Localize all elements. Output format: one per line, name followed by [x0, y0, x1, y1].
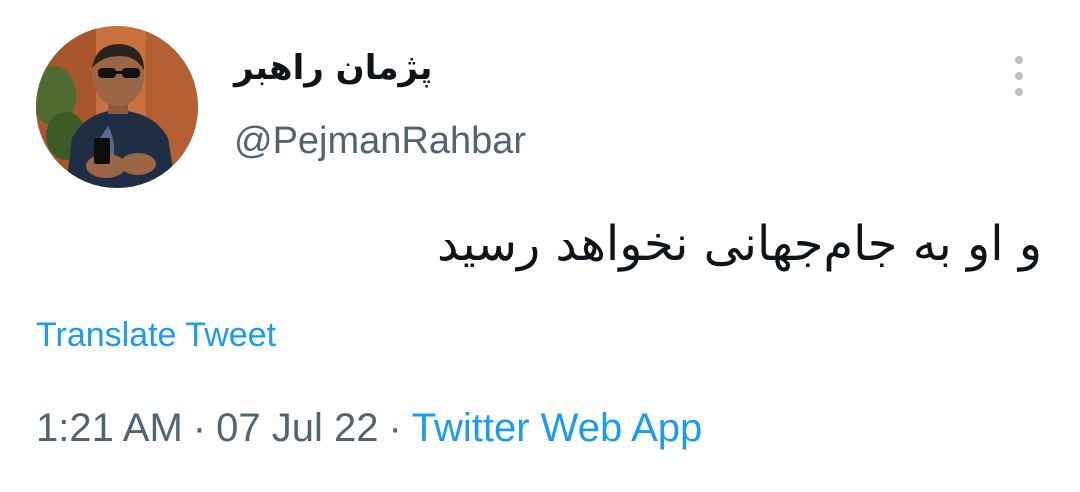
- tweet-card: پژمان راهبر @PejmanRahbar و او به جام‌جه…: [0, 0, 1080, 492]
- more-vertical-icon: [1015, 56, 1023, 64]
- tweet-text: و او به جام‌جهانی نخواهد رسید: [437, 216, 1042, 272]
- tweet-meta: 1:21 AM · 07 Jul 22 · Twitter Web App: [36, 406, 702, 451]
- source-app-link[interactable]: Twitter Web App: [412, 406, 703, 450]
- translate-tweet-link[interactable]: Translate Tweet: [36, 316, 276, 355]
- separator: ·: [388, 406, 402, 450]
- user-handle[interactable]: @PejmanRahbar: [234, 120, 526, 163]
- avatar[interactable]: [36, 26, 198, 188]
- separator: ·: [192, 406, 207, 450]
- display-name[interactable]: پژمان راهبر: [234, 48, 432, 88]
- tweet-time[interactable]: 1:21 AM: [36, 406, 183, 450]
- tweet-date[interactable]: 07 Jul 22: [216, 406, 378, 450]
- more-options-button[interactable]: [1004, 52, 1036, 100]
